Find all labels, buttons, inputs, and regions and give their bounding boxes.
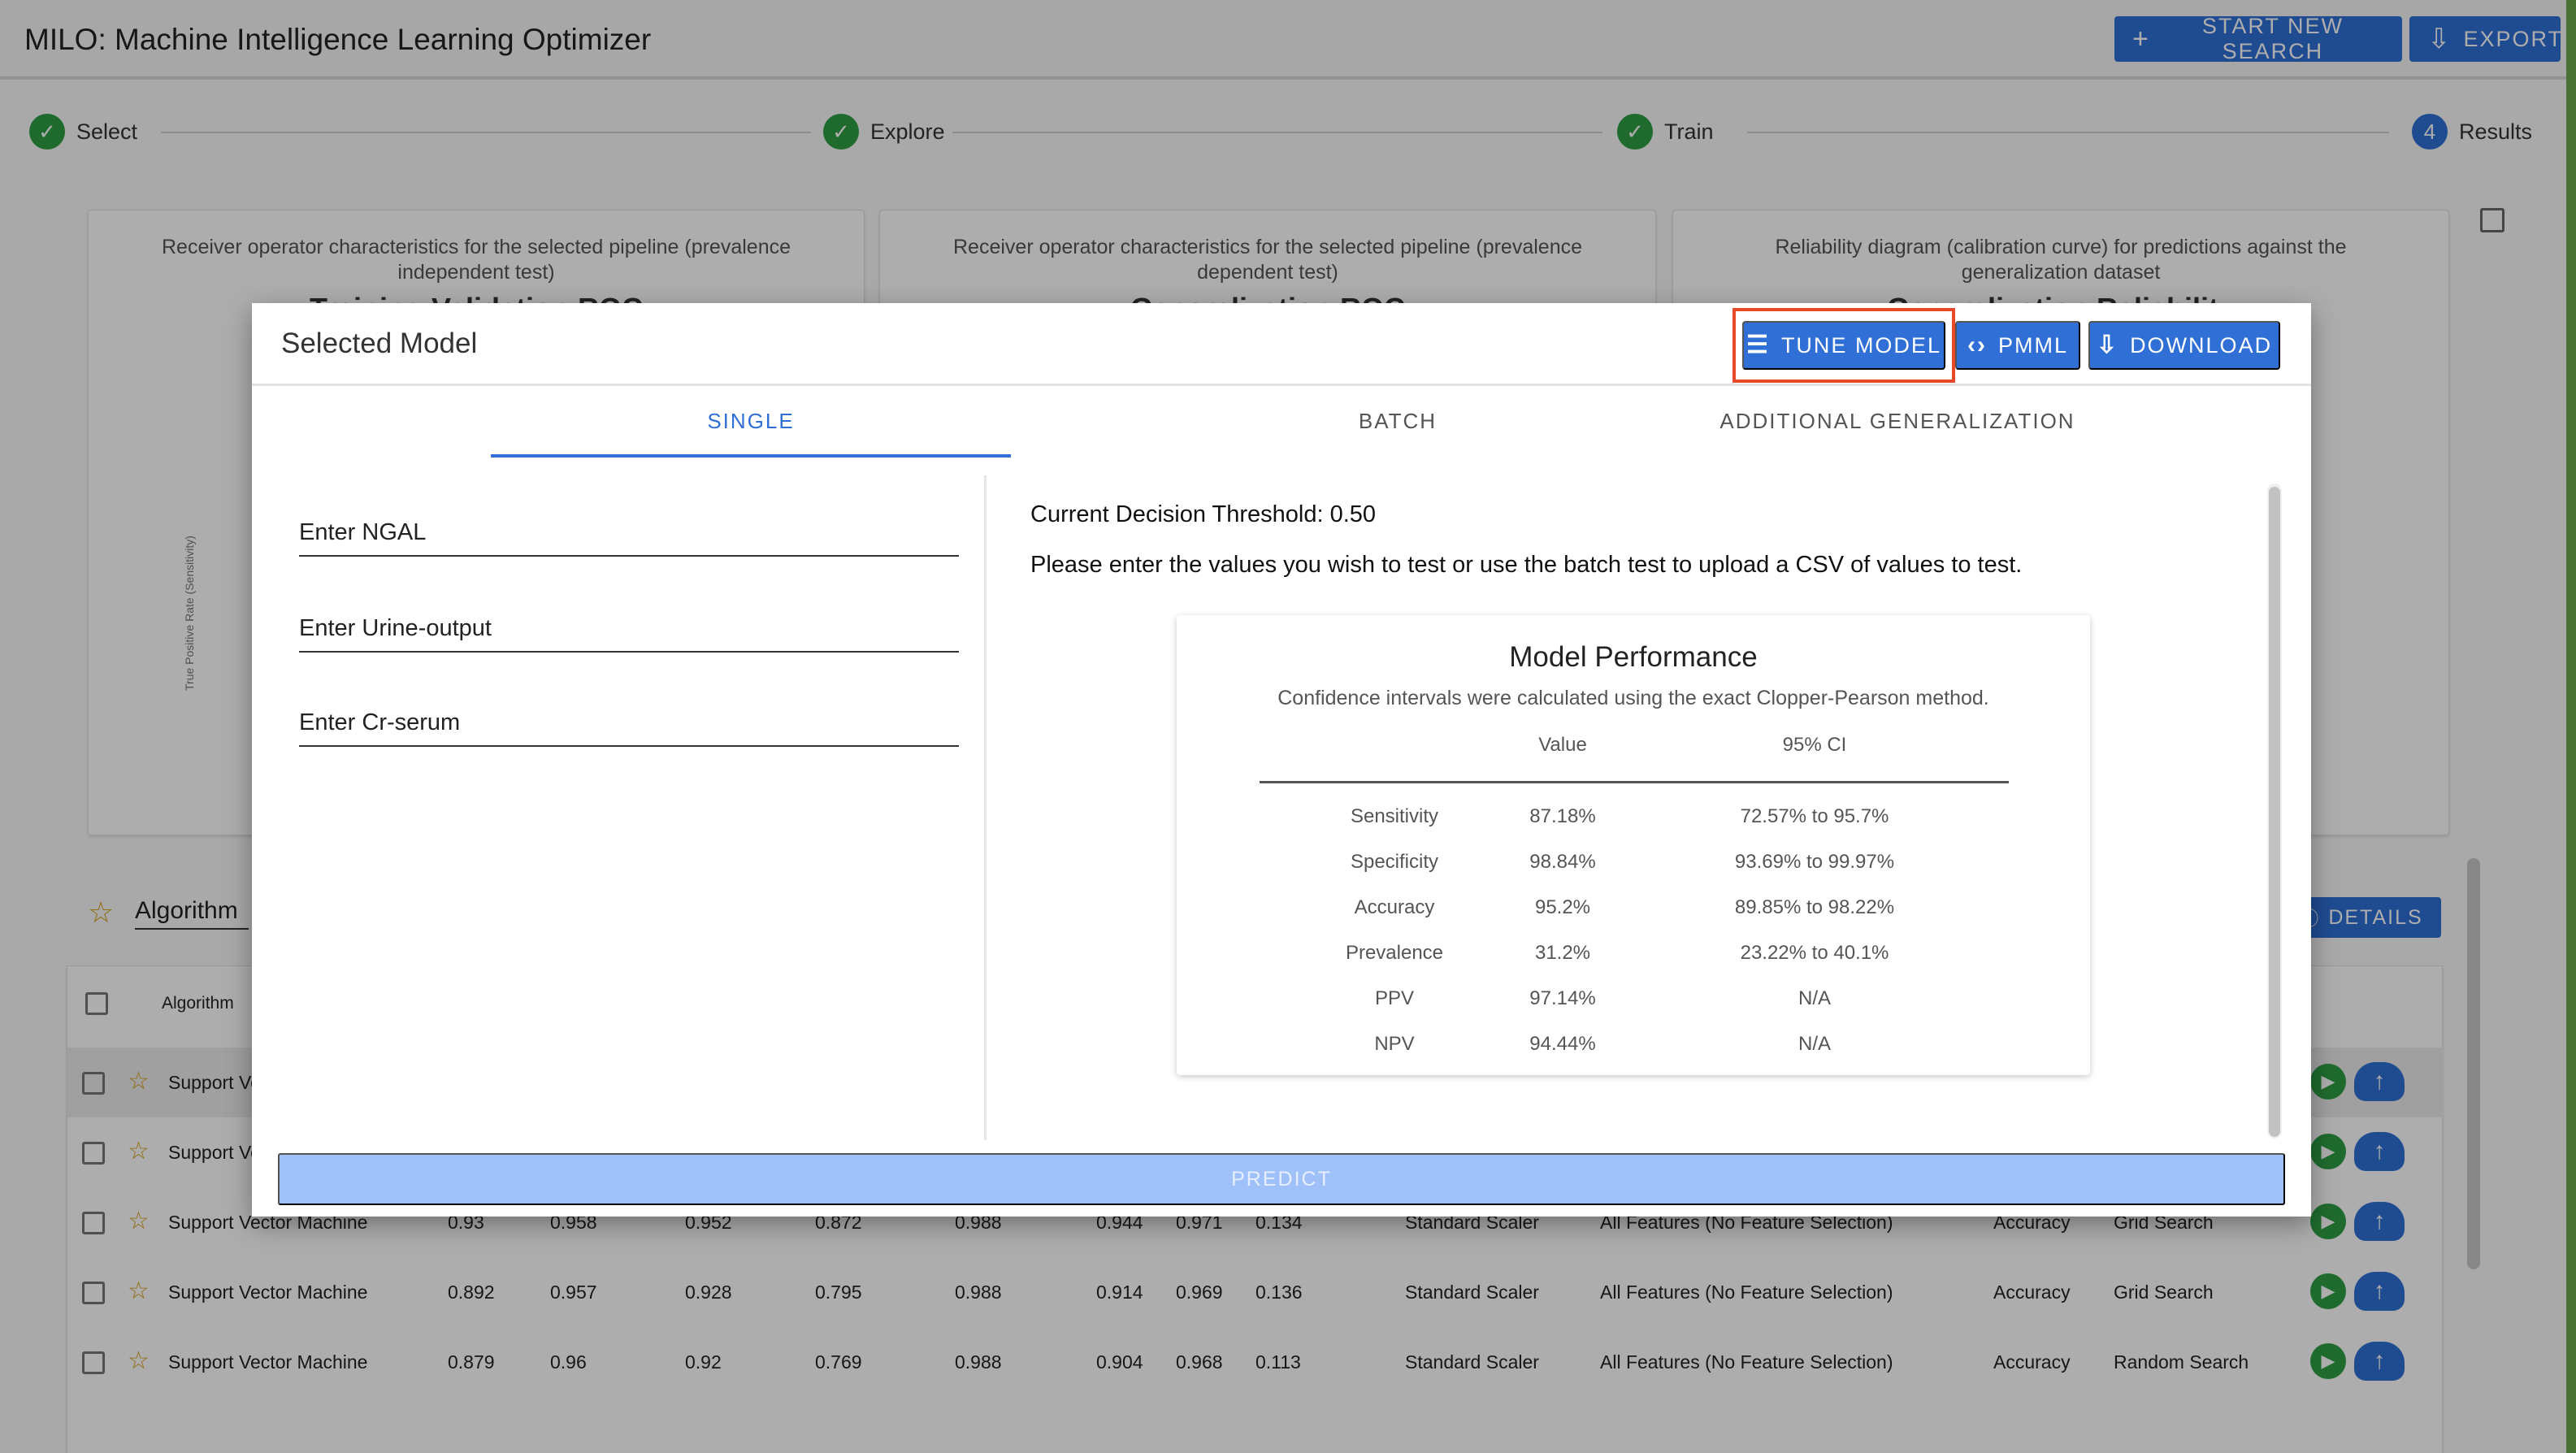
metric-value: 31.2% [1534, 942, 1591, 964]
metric-value: 98.84% [1529, 851, 1596, 873]
download-label: DOWNLOAD [2130, 332, 2273, 358]
metric-ci: 93.69% to 99.97% [1734, 851, 1895, 873]
tab-additional-generalization[interactable]: ADDITIONAL GENERALIZATION [1593, 409, 2202, 434]
metric-name: PPV [1374, 987, 1415, 1009]
download-icon: ⇩ [2096, 332, 2119, 358]
metric-ci: 72.57% to 95.7% [1740, 805, 1889, 827]
metric-ci: 23.22% to 40.1% [1740, 942, 1889, 964]
active-tab-indicator [491, 454, 1011, 458]
predict-button[interactable]: PREDICT [278, 1153, 2285, 1205]
decision-threshold: Current Decision Threshold: 0.50 [1030, 501, 1377, 527]
pmml-label: PMML [1997, 332, 2068, 358]
urine-output-input[interactable]: Enter Urine-output [299, 604, 959, 653]
metric-ci: N/A [1798, 1033, 1831, 1055]
feature-inputs-pane: Enter NGAL Enter Urine-output Enter Cr-s… [273, 475, 987, 1140]
dialog-scrollbar[interactable] [2269, 487, 2280, 1137]
metric-name: Sensitivity [1350, 805, 1439, 827]
tune-model-button[interactable]: ☰ TUNE MODEL [1742, 321, 1945, 370]
download-button[interactable]: ⇩ DOWNLOAD [2088, 321, 2280, 370]
metric-value: 95.2% [1534, 896, 1591, 918]
metric-ci: 89.85% to 98.22% [1734, 896, 1895, 918]
ngal-input[interactable]: Enter NGAL [299, 508, 959, 557]
metric-value: 97.14% [1529, 987, 1596, 1009]
dialog-header: Selected Model ☰ TUNE MODEL ‹› PMML ⇩ DO… [252, 303, 2311, 386]
metric-value: 94.44% [1529, 1033, 1596, 1055]
cr-serum-input[interactable]: Enter Cr-serum [299, 698, 959, 747]
dialog-title: Selected Model [281, 327, 478, 359]
sliders-icon: ☰ [1746, 332, 1770, 358]
metric-ci: N/A [1798, 987, 1831, 1009]
metric-name: Prevalence [1345, 942, 1444, 964]
code-icon: ‹› [1967, 332, 1987, 358]
metric-name: Accuracy [1354, 896, 1435, 918]
metric-name: Specificity [1350, 851, 1439, 873]
performance-subtitle: Confidence intervals were calculated usi… [1277, 687, 1989, 709]
tab-single[interactable]: SINGLE [491, 409, 1011, 434]
tune-model-label: TUNE MODEL [1780, 332, 1941, 358]
model-performance-card: Model Performance Confidence intervals w… [1177, 615, 2090, 1075]
metric-name: NPV [1374, 1033, 1415, 1055]
column-header-ci: 95% CI [1782, 734, 1847, 756]
performance-title: Model Performance [1509, 641, 1758, 673]
pmml-button[interactable]: ‹› PMML [1955, 321, 2080, 370]
metric-value: 87.18% [1529, 805, 1596, 827]
column-header-value: Value [1538, 734, 1587, 756]
header-divider [1260, 781, 2009, 783]
results-pane: Current Decision Threshold: 0.50 Please … [1008, 475, 2288, 1140]
selected-model-dialog: Selected Model ☰ TUNE MODEL ‹› PMML ⇩ DO… [252, 303, 2311, 1217]
tab-batch[interactable]: BATCH [1268, 409, 1528, 434]
instructions-text: Please enter the values you wish to test… [1030, 552, 2023, 578]
dialog-tabs: SINGLE BATCH ADDITIONAL GENERALIZATION [252, 386, 2311, 459]
